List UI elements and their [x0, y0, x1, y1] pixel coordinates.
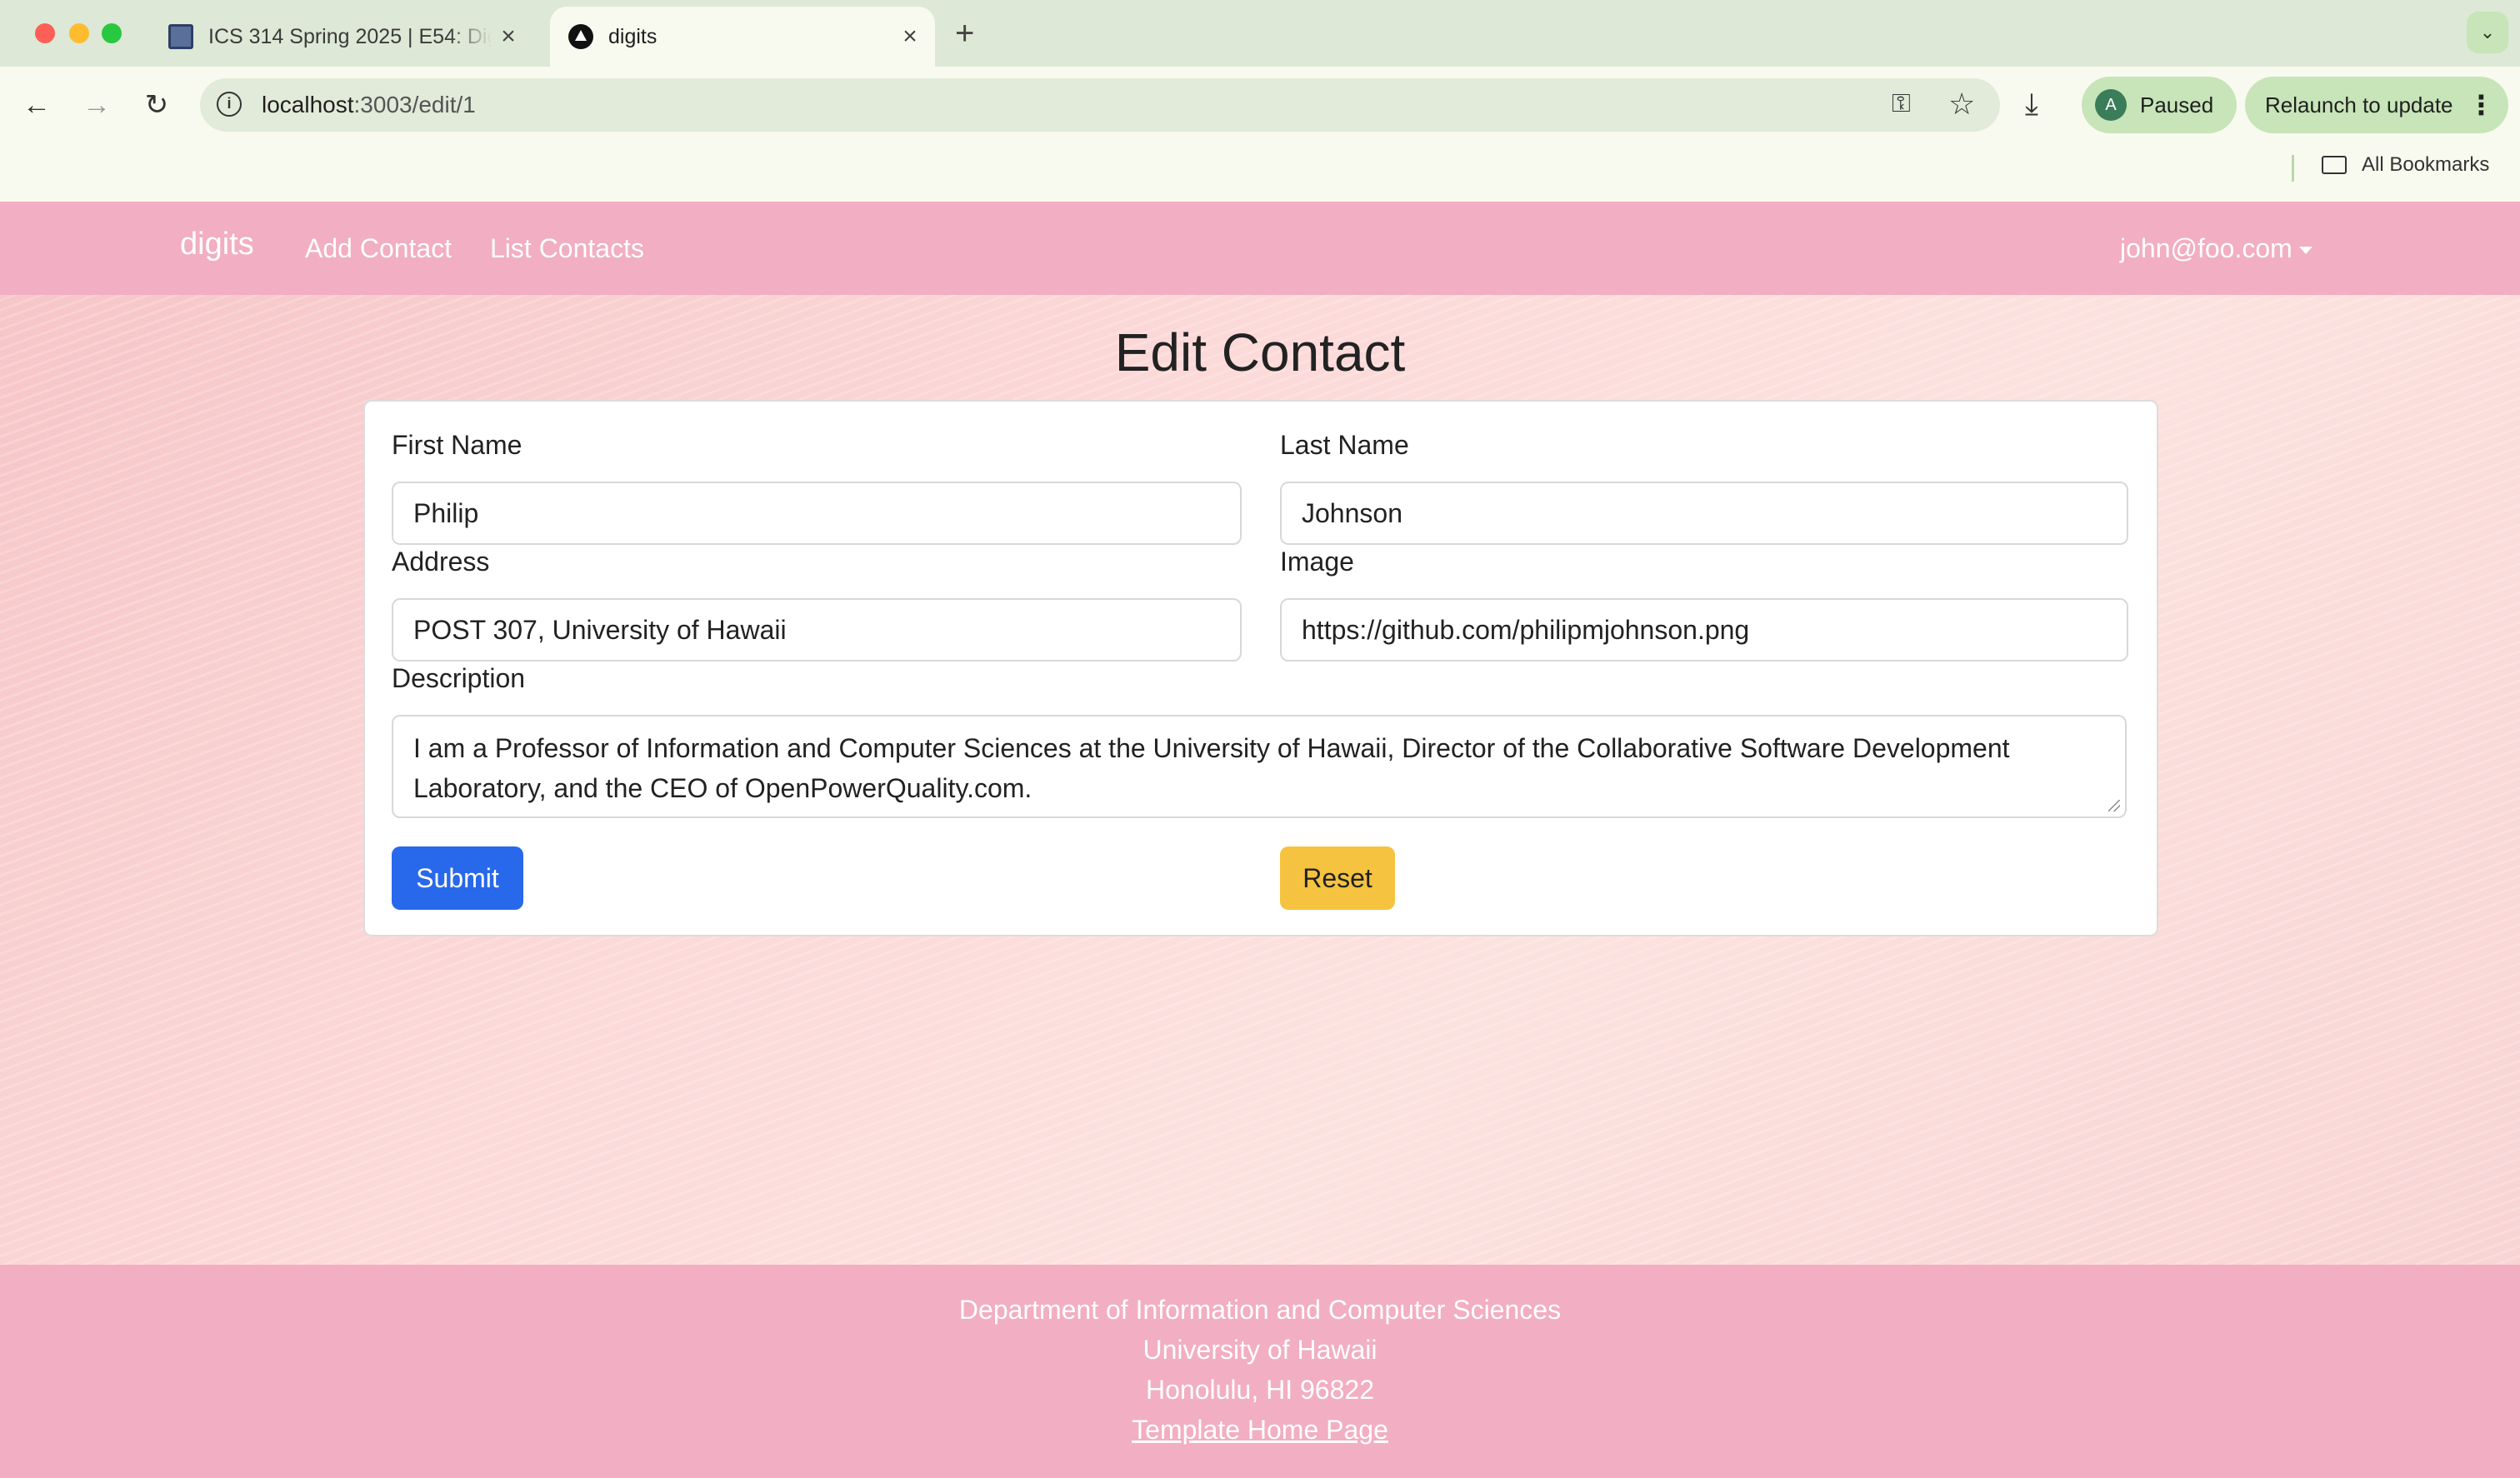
relaunch-button[interactable]: Relaunch to update ⋮: [2245, 77, 2508, 133]
all-bookmarks-button[interactable]: All Bookmarks: [2322, 153, 2489, 177]
tab-search-chevron-icon[interactable]: ⌄: [2467, 12, 2508, 53]
brand-link[interactable]: digits: [180, 227, 254, 262]
bookmarks-bar: All Bookmarks: [0, 143, 2520, 202]
url-path: :3003/edit/1: [353, 92, 476, 117]
url-text[interactable]: localhost:3003/edit/1: [262, 92, 476, 118]
image-label: Image: [1280, 547, 1354, 577]
close-tab-icon[interactable]: ×: [492, 22, 525, 51]
description-textarea[interactable]: I am a Professor of Information and Comp…: [392, 715, 2127, 818]
site-info-icon[interactable]: i: [217, 92, 242, 117]
app-favicon-icon: [568, 24, 593, 49]
footer-address: Honolulu, HI 96822: [1146, 1375, 1374, 1405]
first-name-label: First Name: [392, 430, 522, 460]
address-label: Address: [392, 547, 490, 577]
minimize-window-button[interactable]: [69, 23, 89, 43]
description-label: Description: [392, 663, 526, 693]
description-text: I am a Professor of Information and Comp…: [413, 733, 2010, 803]
footer: Department of Information and Computer S…: [0, 1265, 2520, 1478]
browser-tab-ics314[interactable]: ICS 314 Spring 2025 | E54: Digits ×: [150, 7, 533, 67]
bookmarks-divider: [2292, 155, 2294, 182]
browser-tab-strip: ICS 314 Spring 2025 | E54: Digits × digi…: [0, 0, 2520, 67]
all-bookmarks-label: All Bookmarks: [2362, 153, 2490, 176]
submit-button[interactable]: Submit: [392, 846, 523, 910]
close-tab-icon[interactable]: ×: [893, 22, 927, 51]
profile-status: Paused: [2140, 92, 2214, 117]
close-window-button[interactable]: [35, 23, 55, 43]
download-icon[interactable]: ⤓: [2025, 87, 2038, 122]
edit-contact-form: First Name Philip Last Name Johnson Addr…: [363, 400, 2158, 936]
profile-button[interactable]: A Paused: [2082, 77, 2237, 133]
reset-button[interactable]: Reset: [1280, 846, 1395, 910]
tab-title: ICS 314 Spring 2025 | E54: Digits: [208, 24, 492, 48]
last-name-label: Last Name: [1280, 430, 1409, 460]
image-input[interactable]: https://github.com/philipmjohnson.png: [1280, 598, 2128, 662]
caret-down-icon: [2298, 247, 2312, 255]
password-key-icon[interactable]: ⚿: [1892, 90, 1911, 118]
reload-icon[interactable]: ↻: [137, 85, 177, 125]
new-tab-plus-icon[interactable]: +: [955, 17, 974, 50]
footer-university: University of Hawaii: [1142, 1335, 1378, 1365]
kebab-menu-icon[interactable]: ⋮: [2468, 89, 2495, 121]
relaunch-label: Relaunch to update: [2265, 92, 2453, 117]
page-title: Edit Contact: [1114, 322, 1406, 382]
address-input[interactable]: POST 307, University of Hawaii: [392, 598, 1242, 662]
footer-department: Department of Information and Computer S…: [958, 1295, 1562, 1325]
browser-tab-digits[interactable]: digits ×: [550, 7, 935, 67]
template-home-link[interactable]: Template Home Page: [1132, 1415, 1388, 1445]
last-name-input[interactable]: Johnson: [1280, 482, 2128, 545]
course-favicon-icon: [168, 24, 193, 49]
tab-title: digits: [608, 24, 658, 48]
folder-icon: [2322, 156, 2347, 174]
url-host: localhost: [262, 92, 354, 117]
address-bar[interactable]: i localhost:3003/edit/1 ⚿ ☆: [200, 78, 2000, 132]
nav-list-contacts-link[interactable]: List Contacts: [490, 233, 644, 264]
profile-avatar: A: [2095, 89, 2127, 121]
user-dropdown[interactable]: john@foo.com: [2120, 233, 2312, 264]
first-name-input[interactable]: Philip: [392, 482, 1242, 545]
maximize-window-button[interactable]: [102, 23, 122, 43]
nav-add-contact-link[interactable]: Add Contact: [305, 233, 452, 264]
web-page: digits Add Contact List Contacts john@fo…: [0, 202, 2520, 1478]
back-arrow-icon[interactable]: ←: [17, 85, 57, 125]
resize-handle-icon[interactable]: [2108, 800, 2120, 811]
bookmark-star-icon[interactable]: ☆: [1948, 87, 1975, 122]
user-email: john@foo.com: [2120, 233, 2292, 263]
forward-arrow-icon[interactable]: →: [77, 85, 117, 125]
app-navbar: digits Add Contact List Contacts john@fo…: [0, 202, 2520, 295]
